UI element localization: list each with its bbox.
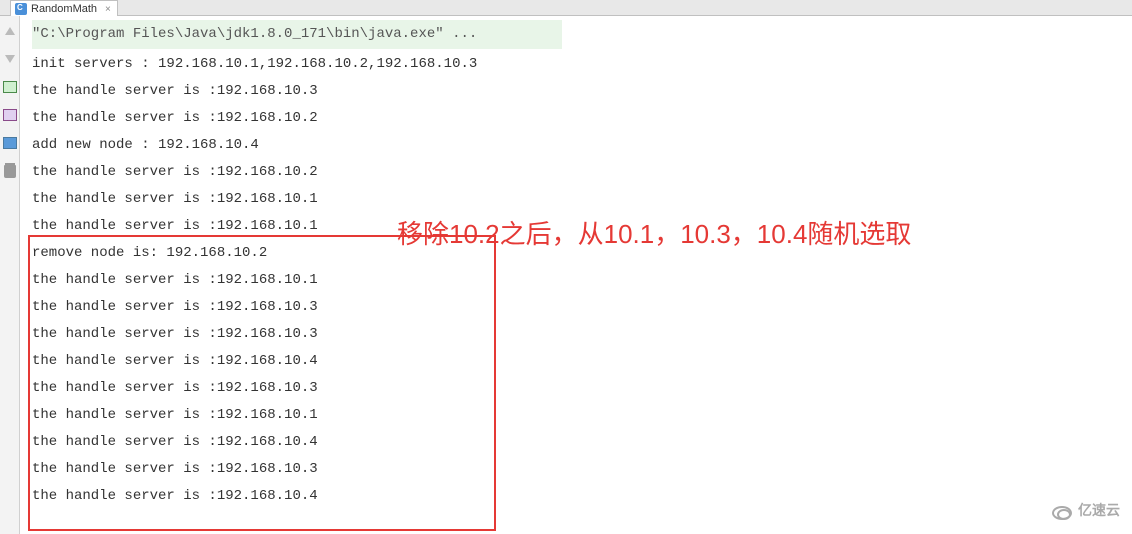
watermark-icon [1052, 506, 1072, 520]
console-line: the handle server is :192.168.10.2 [32, 105, 1132, 132]
trash-icon[interactable] [3, 164, 17, 178]
console-output[interactable]: "C:\Program Files\Java\jdk1.8.0_171\bin\… [20, 16, 1132, 534]
console-line: the handle server is :192.168.10.3 [32, 375, 1132, 402]
console-line: the handle server is :192.168.10.4 [32, 483, 1132, 510]
console-line: the handle server is :192.168.10.4 [32, 429, 1132, 456]
watermark-text: 亿速云 [1078, 499, 1120, 526]
gutter-toolbar [0, 16, 20, 534]
console-line: the handle server is :192.168.10.3 [32, 456, 1132, 483]
console-line: the handle server is :192.168.10.3 [32, 294, 1132, 321]
arrow-up-icon[interactable] [3, 24, 17, 38]
command-line: "C:\Program Files\Java\jdk1.8.0_171\bin\… [32, 20, 562, 49]
main-area: "C:\Program Files\Java\jdk1.8.0_171\bin\… [0, 16, 1132, 534]
class-file-icon [15, 3, 27, 15]
console-line: the handle server is :192.168.10.4 [32, 348, 1132, 375]
watermark: 亿速云 [1052, 499, 1120, 526]
console-line: the handle server is :192.168.10.2 [32, 159, 1132, 186]
console-line: the handle server is :192.168.10.3 [32, 321, 1132, 348]
tab-title: RandomMath [31, 3, 97, 15]
tab-bar: RandomMath × [0, 0, 1132, 16]
layout-icon[interactable] [3, 80, 17, 94]
print-icon[interactable] [3, 136, 17, 150]
console-line: the handle server is :192.168.10.1 [32, 402, 1132, 429]
console-line: the handle server is :192.168.10.1 [32, 186, 1132, 213]
export-icon[interactable] [3, 108, 17, 122]
close-icon[interactable]: × [105, 4, 111, 15]
console-line: add new node : 192.168.10.4 [32, 132, 1132, 159]
console-line: the handle server is :192.168.10.3 [32, 78, 1132, 105]
annotation-text: 移除10.2之后，从10.1，10.3，10.4随机选取 [397, 221, 911, 248]
file-tab[interactable]: RandomMath × [10, 0, 118, 16]
arrow-down-icon[interactable] [3, 52, 17, 66]
console-line: the handle server is :192.168.10.1 [32, 267, 1132, 294]
console-line: init servers : 192.168.10.1,192.168.10.2… [32, 51, 1132, 78]
